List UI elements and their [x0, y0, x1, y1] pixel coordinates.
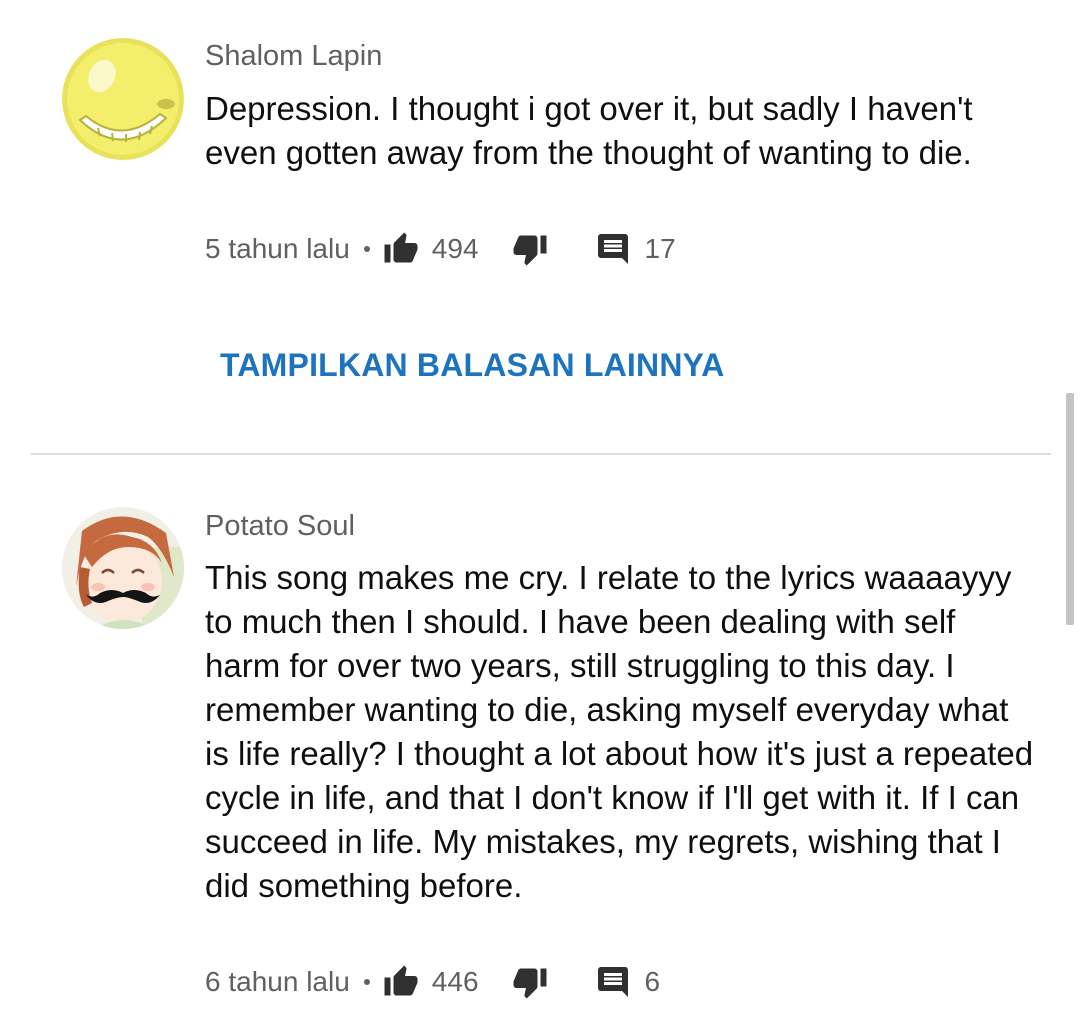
- like-button[interactable]: [382, 964, 420, 1000]
- yellow-smiley-face-icon: [62, 38, 184, 160]
- reply-button[interactable]: [595, 964, 631, 1000]
- comment-timestamp: 5 tahun lalu: [205, 233, 350, 264]
- comment-timestamp: 6 tahun lalu: [205, 966, 350, 997]
- comment-author[interactable]: Shalom Lapin: [205, 40, 382, 73]
- divider: [31, 453, 1051, 455]
- like-count: 494: [431, 233, 479, 264]
- comment-icon: [597, 967, 628, 997]
- comment-text: This song makes me cry. I relate to the …: [205, 559, 1034, 904]
- anime-girl-mustache-icon: [62, 507, 184, 629]
- comment-meta: 6 tahun lalu 446 6: [205, 962, 660, 1002]
- thumbs-up-icon: [384, 965, 418, 996]
- comment-text: Depression. I thought i got over it, but…: [205, 90, 973, 171]
- like-count: 446: [431, 966, 479, 997]
- show-more-replies-button[interactable]: TAMPILKAN BALASAN LAINNYA: [220, 347, 725, 384]
- like-button[interactable]: [382, 231, 420, 267]
- reply-count: 17: [644, 233, 676, 264]
- avatar[interactable]: [62, 38, 184, 160]
- comment-author[interactable]: Potato Soul: [205, 510, 355, 543]
- dislike-button[interactable]: [511, 231, 549, 267]
- comment-icon: [597, 234, 628, 264]
- comment-meta: 5 tahun lalu 494 17: [205, 229, 676, 269]
- avatar[interactable]: [62, 507, 184, 629]
- separator-dot: [363, 246, 370, 252]
- thumbs-down-icon: [513, 968, 547, 999]
- thumbs-up-icon: [384, 232, 418, 263]
- dislike-button[interactable]: [511, 964, 549, 1000]
- reply-button[interactable]: [595, 231, 631, 267]
- separator-dot: [363, 979, 370, 985]
- thumbs-down-icon: [513, 235, 547, 266]
- reply-count: 6: [644, 966, 661, 997]
- scrollbar[interactable]: [1066, 393, 1074, 625]
- comments-page: Shalom Lapin Depression. I thought i got…: [0, 0, 1080, 1021]
